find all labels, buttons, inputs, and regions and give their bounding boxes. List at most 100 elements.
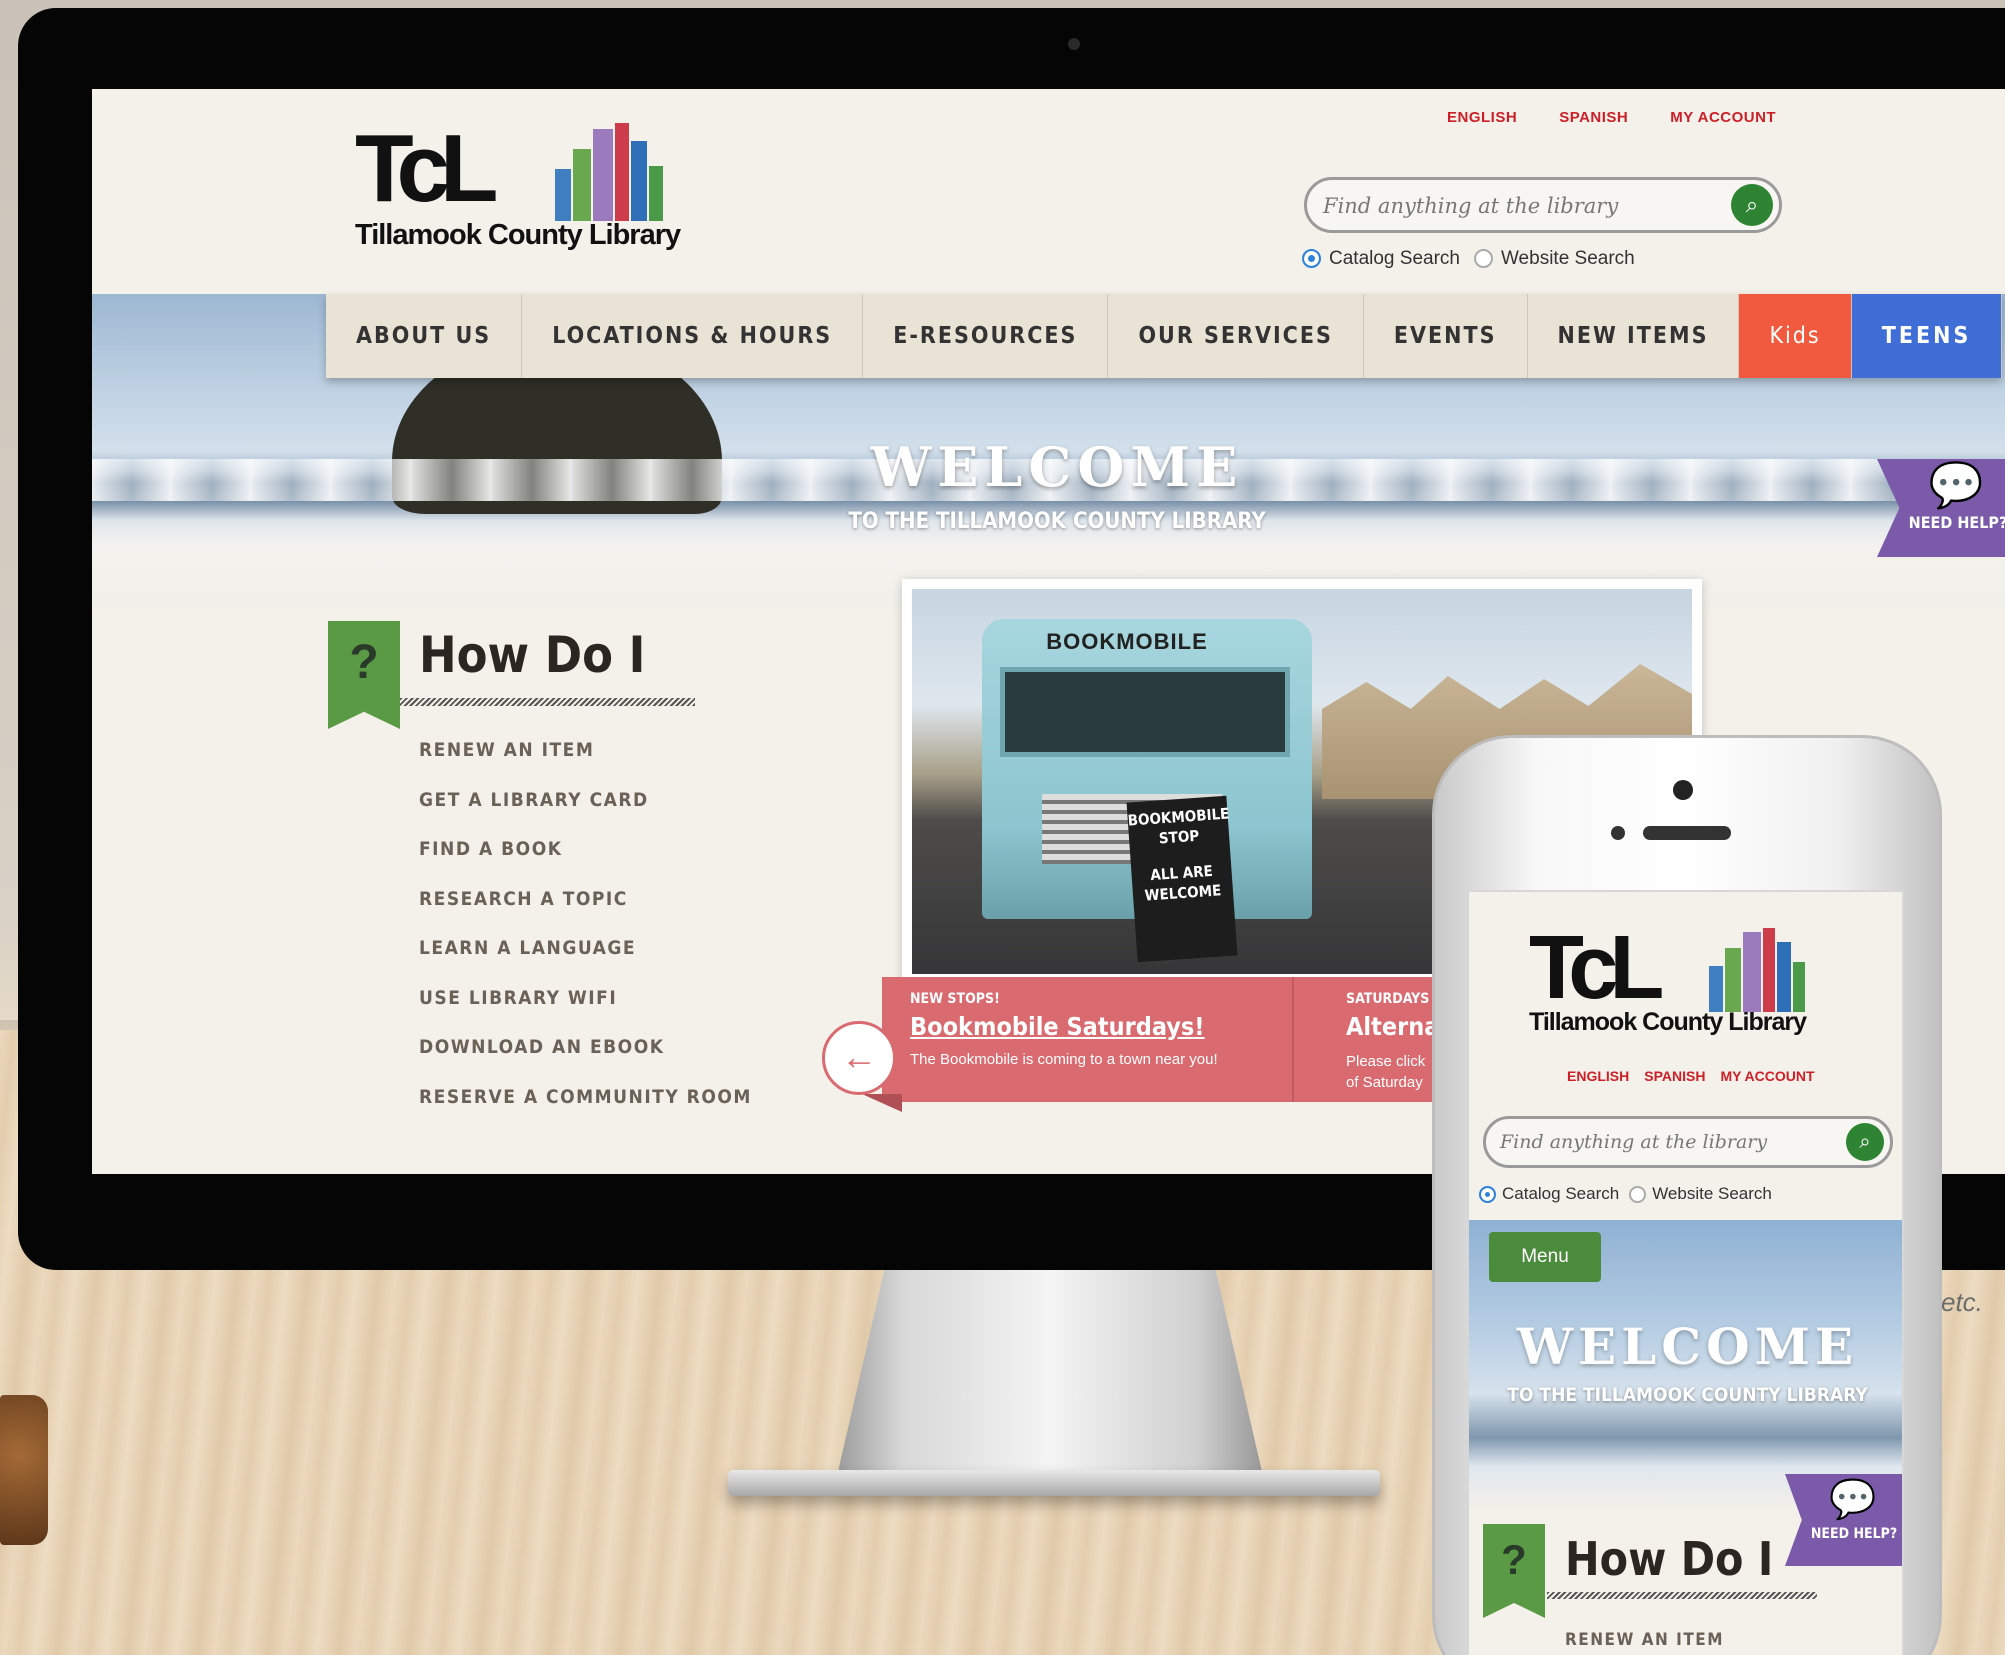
hero-title: WELCOME (1516, 1317, 1859, 1376)
slide-text: The Bookmobile is coming to a town near … (910, 1051, 1218, 1068)
nav-our-services[interactable]: OUR SERVICES (1108, 294, 1364, 378)
phone-camera (1673, 780, 1693, 800)
mobile-search-box[interactable]: Find anything at the library ⌕ (1483, 1116, 1893, 1168)
how-do-i-rule (400, 698, 695, 706)
menu-button[interactable]: Menu (1489, 1232, 1601, 1282)
chat-bubble-icon: 💬 (1928, 461, 1984, 510)
link-my-account[interactable]: MY ACCOUNT (1720, 1068, 1814, 1084)
how-use-wifi[interactable]: USE LIBRARY WIFI (419, 987, 752, 1037)
mobile-site: TcL Tillamook County Library ENGLISH SPA… (1467, 890, 1904, 1655)
radio-website-search[interactable]: Website Search (1473, 248, 1635, 270)
bus-label: BOOKMOBILE (1046, 629, 1208, 654)
logo-bar (1763, 928, 1775, 1012)
mobile-hero-text: WELCOME TO THE TILLAMOOK COUNTY LIBRARY (1469, 1317, 1902, 1406)
radio-catalog-search[interactable]: Catalog Search (1479, 1184, 1619, 1204)
logo-bar (1725, 948, 1741, 1012)
question-icon: ? (328, 621, 400, 729)
how-get-card[interactable]: GET A LIBRARY CARD (419, 789, 752, 839)
how-do-i-list: RENEW AN ITEM GET A LIBRARY CARD FIND A … (419, 739, 752, 1135)
logo-name: Tillamook County Library (1529, 1008, 1807, 1036)
search-input[interactable]: Find anything at the library (1323, 194, 1618, 218)
nav-kids[interactable]: Kids (1739, 294, 1852, 378)
link-my-account[interactable]: MY ACCOUNT (1670, 109, 1776, 126)
how-learn-language[interactable]: LEARN A LANGUAGE (419, 937, 752, 987)
logo-bars-icon (555, 123, 705, 221)
question-icon: ? (1483, 1524, 1545, 1618)
logo-bar (1793, 962, 1805, 1012)
slide-text: Please click of Saturday (1346, 1053, 1426, 1091)
logo-bar (573, 149, 591, 221)
ribbon-fold (862, 1094, 902, 1112)
search-icon[interactable]: ⌕ (1731, 184, 1773, 226)
bookmobile-sign: BOOKMOBILE STOP ALL ARE WELCOME (1126, 795, 1238, 963)
radio-website-search[interactable]: Website Search (1629, 1184, 1772, 1204)
hero-title: WELCOME (870, 435, 1244, 499)
hero-subtitle: TO THE TILLAMOOK COUNTY LIBRARY (1507, 1384, 1868, 1406)
bus-windshield (1000, 667, 1290, 757)
nav-about-us[interactable]: ABOUT US (326, 294, 523, 378)
how-renew-item[interactable]: RENEW AN ITEM (1565, 1630, 1724, 1650)
nav-teens[interactable]: TEENS (1851, 294, 2003, 378)
logo-bars-icon (1709, 928, 1839, 1012)
link-spanish[interactable]: SPANISH (1644, 1068, 1705, 1084)
monitor-stand (838, 1270, 1262, 1470)
logo-bar (1709, 966, 1723, 1012)
nav-new-items[interactable]: NEW ITEMS (1527, 294, 1740, 378)
link-english[interactable]: ENGLISH (1567, 1068, 1629, 1084)
link-english[interactable]: ENGLISH (1447, 109, 1517, 126)
nav-e-resources[interactable]: E-RESOURCES (863, 294, 1109, 378)
link-spanish[interactable]: SPANISH (1559, 109, 1628, 126)
how-reserve-room[interactable]: RESERVE A COMMUNITY ROOM (419, 1086, 752, 1136)
how-do-i-title: How Do I (1565, 1532, 1774, 1586)
slide-kicker: SATURDAYS (1346, 991, 1430, 1007)
how-find-book[interactable]: FIND A BOOK (419, 838, 752, 888)
hero-text: WELCOME TO THE TILLAMOOK COUNTY LIBRARY (832, 435, 1282, 534)
logo-bar (631, 141, 647, 221)
hero-subtitle: TO THE TILLAMOOK COUNTY LIBRARY (848, 509, 1266, 534)
chat-bubble-icon: 💬 (1829, 1479, 1877, 1521)
logo-bar (593, 129, 613, 221)
sign-top-text: BOOKMOBILE STOP (1127, 804, 1230, 848)
logo-bar (1777, 942, 1791, 1012)
how-renew-item[interactable]: RENEW AN ITEM (419, 739, 752, 789)
nav-locations-hours[interactable]: LOCATIONS & HOURS (522, 294, 864, 378)
logo-name: Tillamook County Library (355, 219, 681, 251)
mobile-need-help-tab[interactable]: 💬 NEED HELP? (1785, 1474, 1902, 1566)
search-icon[interactable]: ⌕ (1846, 1123, 1884, 1161)
site-logo[interactable]: TcL Tillamook County Library (355, 115, 715, 252)
logo-mark: TcL (1529, 918, 1664, 1018)
phone-speaker (1643, 826, 1731, 840)
mobile-search-mode: Catalog Search Website Search (1479, 1184, 1772, 1204)
search-mode: Catalog Search Website Search (1302, 248, 1635, 270)
slide-title-link[interactable]: Bookmobile Saturdays! (910, 1012, 1205, 1041)
monitor-camera (1068, 38, 1080, 50)
how-download-ebook[interactable]: DOWNLOAD AN EBOOK (419, 1036, 752, 1086)
how-research-topic[interactable]: RESEARCH A TOPIC (419, 888, 752, 938)
logo-bar (615, 123, 629, 221)
radio-unchecked-icon[interactable] (1473, 249, 1493, 269)
need-help-label: NEED HELP? (1810, 1526, 1898, 1542)
logo-bar (649, 166, 663, 221)
nav-events[interactable]: EVENTS (1363, 294, 1528, 378)
phone-sensor (1611, 826, 1625, 840)
logo-mark: TcL (355, 115, 499, 222)
logo-bar (555, 169, 571, 221)
radio-checked-icon[interactable] (1479, 1186, 1496, 1204)
sign-bottom-text: ALL ARE WELCOME (1144, 861, 1222, 905)
cork-object (0, 1395, 48, 1545)
need-help-label: NEED HELP? (1908, 513, 2005, 532)
radio-unchecked-icon[interactable] (1629, 1186, 1647, 1204)
main-nav: ABOUT US LOCATIONS & HOURS E-RESOURCES O… (326, 294, 2003, 378)
slide-kicker: NEW STOPS! (910, 991, 1000, 1007)
radio-checked-icon[interactable] (1302, 249, 1321, 269)
logo-bar (1743, 932, 1761, 1012)
radio-catalog-search[interactable]: Catalog Search (1302, 248, 1460, 270)
etc-note: etc. (1941, 1287, 1983, 1317)
search-box[interactable]: Find anything at the library ⌕ (1304, 177, 1782, 233)
search-input[interactable]: Find anything at the library (1500, 1131, 1767, 1153)
top-links: ENGLISH SPANISH MY ACCOUNT (1447, 109, 1776, 126)
phone-device: TcL Tillamook County Library ENGLISH SPA… (1432, 735, 1942, 1655)
mobile-logo[interactable]: TcL Tillamook County Library (1529, 918, 1859, 1036)
prev-arrow-icon[interactable]: ← (822, 1021, 896, 1095)
mobile-top-links: ENGLISH SPANISH MY ACCOUNT (1567, 1068, 1815, 1084)
